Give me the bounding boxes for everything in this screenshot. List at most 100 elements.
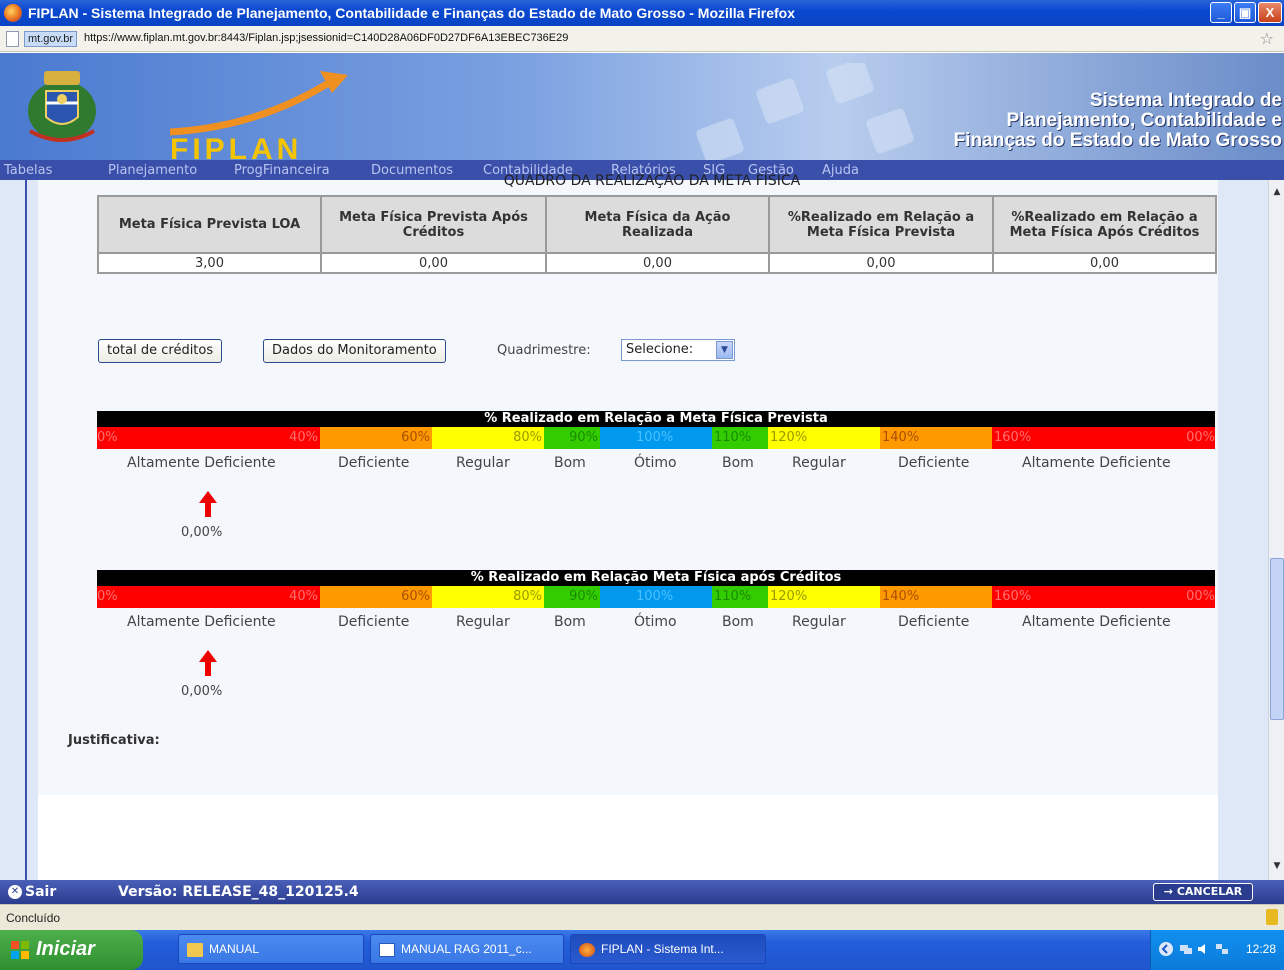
exit-icon[interactable]: ✕ <box>8 885 22 899</box>
taskbar-item-fiplan[interactable]: FIPLAN - Sistema Int... <box>570 934 766 964</box>
scale-value: 0,00% <box>181 525 223 540</box>
taskbar-item-manual-rag[interactable]: MANUAL RAG 2011_c... <box>370 934 564 964</box>
url-field[interactable]: https://www.fiplan.mt.gov.br:8443/Fiplan… <box>84 32 568 44</box>
taskbar-item-manual[interactable]: MANUAL <box>178 934 364 964</box>
segment-altamente-deficiente-high: 160% 00% <box>992 586 1215 608</box>
segment-regular-low: 80% <box>432 427 544 449</box>
category-label: Bom <box>722 455 754 471</box>
scale-label: 80% <box>513 430 542 445</box>
category-label: Regular <box>792 455 846 471</box>
firefox-icon <box>579 942 595 957</box>
quadrimestre-selected-value: Selecione: <box>626 342 694 357</box>
window-title: FIPLAN - Sistema Integrado de Planejamen… <box>28 5 796 21</box>
scale-meta-prevista: % Realizado em Relação a Meta Física Pre… <box>97 411 1215 541</box>
segment-bom-low: 90% <box>544 427 600 449</box>
category-label: Bom <box>722 614 754 630</box>
scale-bar: 0% 40% 60% 80% 90% 100% 110% 120% 140% 1… <box>97 427 1215 449</box>
start-label: Iniciar <box>36 938 95 960</box>
scale-label: 160% <box>994 430 1032 445</box>
header-meta-realizada: Meta Física da Ação Realizada <box>545 195 770 254</box>
scale-label: 60% <box>401 430 430 445</box>
scale-bar: 0% 40% 60% 80% 90% 100% 110% 120% 140% 1… <box>97 586 1215 608</box>
chevron-down-icon[interactable]: ▼ <box>716 341 733 359</box>
system-tray: 12:28 <box>1150 930 1284 970</box>
page-icon <box>6 31 19 47</box>
scale-value: 0,00% <box>181 684 223 699</box>
scale-label: 0% <box>97 430 118 445</box>
quadrimestre-select[interactable]: Selecione: ▼ <box>621 339 735 361</box>
windows-flag-icon <box>11 941 29 959</box>
scale-label: 140% <box>882 589 920 604</box>
cancelar-button[interactable]: → CANCELAR <box>1153 883 1253 901</box>
vertical-scrollbar[interactable]: ▲ ▼ <box>1268 180 1284 880</box>
scale-label: 0% <box>97 589 118 604</box>
value-pointer-arrow-icon <box>199 491 217 517</box>
scale-label: 120% <box>770 430 808 445</box>
category-label: Altamente Deficiente <box>127 455 276 471</box>
segment-altamente-deficiente-high: 160% 00% <box>992 427 1215 449</box>
header-meta-prevista-creditos: Meta Física Prevista Após Créditos <box>320 195 547 254</box>
category-label: Ótimo <box>634 455 677 471</box>
scale-label: 110% <box>714 430 752 445</box>
segment-deficiente-low: 60% <box>320 427 432 449</box>
segment-deficiente-high: 140% <box>880 427 992 449</box>
meta-fisica-table: Meta Física Prevista LOA Meta Física Pre… <box>97 195 1217 274</box>
segment-otimo: 100% <box>600 427 712 449</box>
category-label: Deficiente <box>338 614 410 630</box>
cell-pct-prevista: 0,00 <box>768 252 994 274</box>
cell-meta-realizada: 0,00 <box>545 252 770 274</box>
content-blank-area <box>38 795 1218 880</box>
connection-icon[interactable] <box>1215 942 1229 956</box>
justificativa-label: Justificativa: <box>68 733 160 748</box>
system-title-line2: Planejamento, Contabilidade e <box>1006 110 1282 131</box>
scroll-down-icon[interactable]: ▼ <box>1270 858 1284 874</box>
start-button[interactable]: Iniciar <box>0 930 143 970</box>
scale-label: 160% <box>994 589 1032 604</box>
scale-label: 120% <box>770 589 808 604</box>
frame-left-border <box>25 180 27 880</box>
scale-label: 80% <box>513 589 542 604</box>
quadro-title-text: QUADRO DA REALIZAÇÃO DA META FÍSICA <box>503 173 801 189</box>
scroll-thumb[interactable] <box>1270 558 1284 720</box>
volume-icon[interactable] <box>1197 942 1211 956</box>
tray-expand-icon[interactable] <box>1159 942 1173 956</box>
scale-label: 140% <box>882 430 920 445</box>
padlock-icon[interactable] <box>1266 909 1278 925</box>
word-document-icon <box>379 942 395 957</box>
bookmark-star-icon[interactable]: ☆ <box>1260 29 1274 48</box>
header-pct-creditos: %Realizado em Relação a Meta Física Após… <box>992 195 1217 254</box>
segment-deficiente-high: 140% <box>880 586 992 608</box>
segment-bom-high: 110% <box>712 427 768 449</box>
cell-meta-prevista-creditos: 0,00 <box>320 252 547 274</box>
network-icon[interactable] <box>1179 942 1193 956</box>
maximize-button[interactable]: ▣ <box>1234 2 1256 23</box>
segment-bom-low: 90% <box>544 586 600 608</box>
dados-monitoramento-button[interactable]: Dados do Monitoramento <box>263 339 446 363</box>
scale-label: 100% <box>636 589 674 604</box>
segment-otimo: 100% <box>600 586 712 608</box>
segment-regular-low: 80% <box>432 586 544 608</box>
keyboard-graphic <box>696 63 914 160</box>
scale-label: 40% <box>289 589 318 604</box>
windows-taskbar: Iniciar MANUAL MANUAL RAG 2011_c... FIPL… <box>0 930 1284 970</box>
total-creditos-button[interactable]: total de créditos <box>98 339 223 363</box>
scale-label: 100% <box>636 430 674 445</box>
header-meta-prevista-loa: Meta Física Prevista LOA <box>97 195 322 254</box>
scale-label: 90% <box>569 589 598 604</box>
fiplan-logo: FIPLAN <box>170 133 303 160</box>
category-label: Ótimo <box>634 614 677 630</box>
close-button[interactable]: X <box>1258 2 1282 23</box>
segment-bom-high: 110% <box>712 586 768 608</box>
segment-deficiente-low: 60% <box>320 586 432 608</box>
category-label: Regular <box>456 455 510 471</box>
sair-link[interactable]: Sair <box>25 884 56 900</box>
status-text: Concluído <box>6 911 61 925</box>
category-label: Altamente Deficiente <box>1022 614 1171 630</box>
site-identity-badge[interactable]: mt.gov.br <box>24 31 78 47</box>
scale-label: 110% <box>714 589 752 604</box>
category-label: Bom <box>554 614 586 630</box>
taskbar-item-label: MANUAL RAG 2011_c... <box>401 942 532 956</box>
segment-altamente-deficiente-low: 0% 40% <box>97 586 320 608</box>
minimize-button[interactable]: _ <box>1210 2 1232 23</box>
clock: 12:28 <box>1245 942 1276 956</box>
